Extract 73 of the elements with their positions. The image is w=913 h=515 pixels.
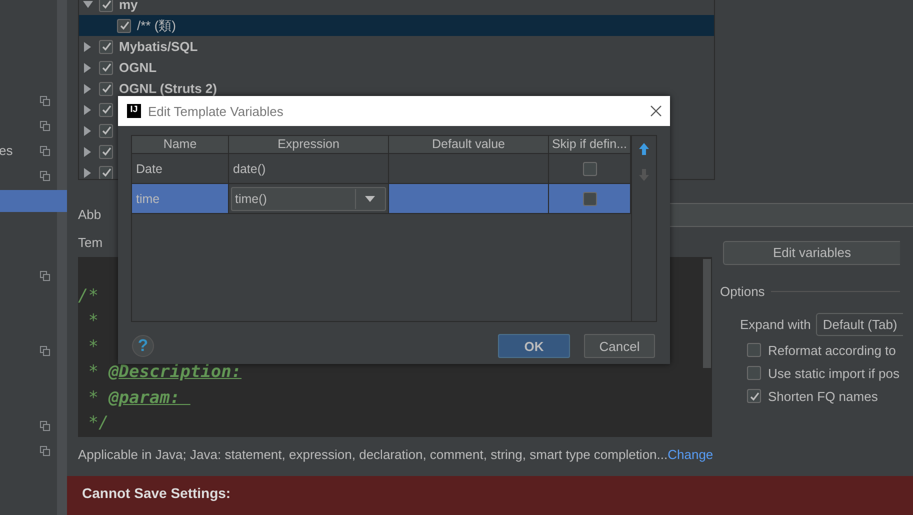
template-item[interactable]: /** (類) [137,16,176,34]
expand-arrow-icon[interactable] [83,146,93,156]
comment-mark: * [87,336,98,359]
selected-table-row[interactable]: time time() [132,184,631,214]
checkbox[interactable] [99,144,113,158]
comment-mark: */ [87,412,109,436]
checkbox[interactable] [117,18,131,32]
copy-icon [40,420,50,430]
comment-mark: /* [78,284,98,308]
checkbox[interactable] [747,343,761,358]
change-link[interactable]: Change [668,446,714,462]
dialog-button[interactable]: OK [498,334,570,358]
options-heading: Options [720,284,765,299]
template-group[interactable]: OGNL (Struts 2) [119,81,217,96]
error-message: Cannot Save Settings: [67,476,913,515]
copy-icon [40,120,50,130]
expand-arrow-icon[interactable] [83,42,93,52]
template-text-label: Tem [78,234,104,251]
checkbox[interactable] [99,60,113,74]
table-cell: time [132,184,229,213]
app-logo: IJ [127,104,141,118]
edit-variables-button[interactable]: Edit variables [723,240,900,265]
expand-arrow-icon[interactable] [83,84,93,94]
checkbox-label: Shorten FQ names [768,388,878,404]
table-cell: date() [229,154,389,183]
checkbox-label: Use static import if pos [768,366,900,381]
checkbox[interactable] [99,102,113,116]
expression-dropdown[interactable]: time() [231,186,386,210]
close-icon[interactable] [650,105,662,117]
copy-icon [40,446,50,456]
expand-arrow-icon[interactable] [83,168,93,178]
column-header[interactable]: Name [132,136,229,153]
column-header[interactable]: Expression [229,136,389,153]
expand-arrow-icon[interactable] [83,126,93,136]
checkbox[interactable] [582,192,596,206]
table-cell: Date [132,154,229,183]
checkbox-label: Reformat according to [768,342,896,358]
expand-with-label: Expand with [740,316,811,332]
checkbox[interactable] [99,124,113,138]
expand-arrow-icon[interactable] [83,62,93,72]
comment-mark: * [87,361,98,384]
copy-icon [40,146,50,156]
checkbox[interactable] [99,82,113,96]
expand-arrow-icon[interactable] [83,104,93,114]
comment-mark: * [87,386,98,410]
checkbox[interactable] [582,162,596,176]
dialog-title: Edit Template Variables [148,104,284,118]
dialog-button[interactable]: Cancel [584,334,655,358]
checkbox[interactable] [99,0,113,12]
copy-icon [40,170,50,180]
comment-mark: * [87,310,98,334]
applicable-text: Applicable in Java; Java: statement, expression, declaration, comment, string, smart type completion...Change [78,446,714,462]
help-button[interactable]: ? [132,335,154,357]
selected-row[interactable]: /** (類) [79,15,714,36]
column-header[interactable]: Skip if defin... [549,136,631,153]
template-group[interactable]: Mybatis/SQL [119,39,198,54]
template-group[interactable]: my [119,0,138,12]
copy-icon [40,346,50,356]
javadoc-tag: @param: [108,386,190,412]
copy-icon [40,96,50,106]
column-header[interactable]: Default value [389,136,549,153]
scrollbar-thumb[interactable] [703,258,711,368]
javadoc-tag: @Description: [108,360,242,386]
move-up-icon[interactable] [638,142,650,156]
checkbox[interactable] [99,166,113,179]
abbreviation-label: Abb [78,207,102,222]
copy-icon [40,270,50,280]
collapse-arrow-icon[interactable] [83,0,93,10]
expand-with-dropdown[interactable]: Default (Tab) [816,312,904,336]
checkbox[interactable] [747,389,761,404]
checkbox[interactable] [747,366,761,380]
template-group[interactable]: OGNL [119,60,157,75]
checkbox[interactable] [99,40,113,54]
